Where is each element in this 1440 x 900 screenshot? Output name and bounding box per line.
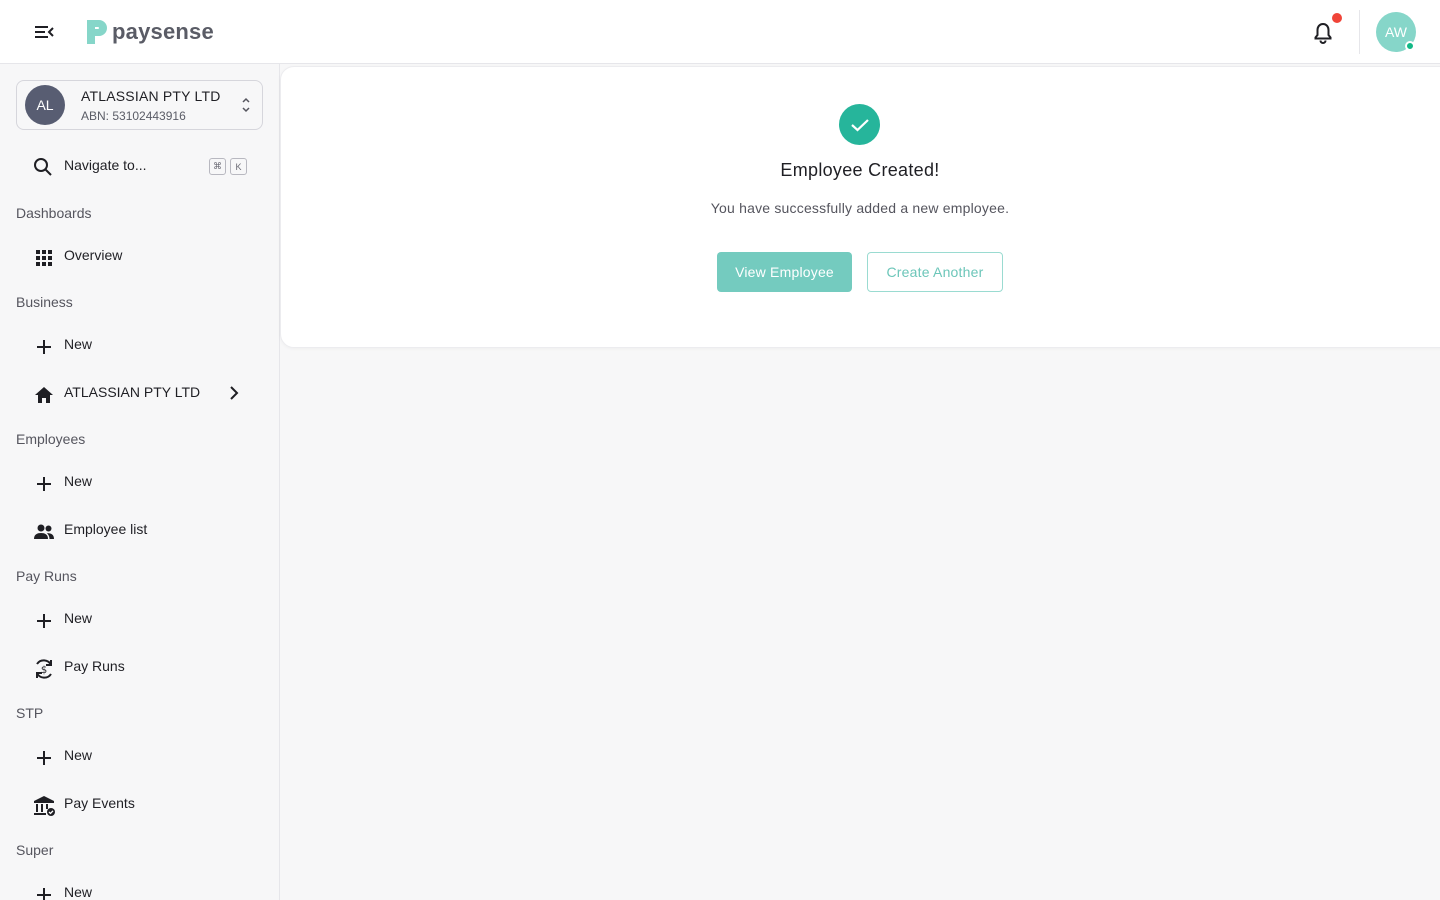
sidebar-item-employees-new[interactable]: New	[16, 462, 263, 502]
sidebar-item-business-new[interactable]: New	[16, 325, 263, 365]
sidebar-item-overview[interactable]: Overview	[16, 236, 263, 276]
paysense-logo-mark-icon	[87, 20, 107, 44]
plus-icon	[32, 472, 56, 496]
paysense-logo[interactable]: paysense	[84, 16, 214, 48]
online-status-dot	[1405, 41, 1415, 51]
section-super: Super	[16, 842, 54, 858]
grid-icon	[32, 246, 56, 270]
org-abn: ABN: 53102443916	[81, 109, 186, 123]
sidebar-item-label: Pay Events	[64, 795, 135, 811]
navigate-search-label: Navigate to...	[64, 157, 147, 173]
notification-dot	[1332, 13, 1342, 23]
plus-icon	[32, 609, 56, 633]
view-employee-button[interactable]: View Employee	[717, 252, 852, 292]
chevron-right-icon	[230, 386, 239, 400]
success-check-icon	[839, 104, 880, 145]
plus-icon	[32, 335, 56, 359]
sidebar-item-pay-events[interactable]: Pay Events	[16, 784, 263, 824]
chevron-up-down-icon	[242, 97, 250, 113]
sidebar-item-pay-runs[interactable]: $ Pay Runs	[16, 647, 263, 687]
sidebar-item-label: ATLASSIAN PTY LTD	[64, 384, 201, 400]
sidebar: AL ATLASSIAN PTY LTD ABN: 53102443916 Na…	[0, 64, 280, 900]
plus-icon	[32, 883, 56, 900]
top-bar: paysense AW	[0, 0, 1440, 64]
sidebar-item-label: New	[64, 884, 93, 900]
section-stp: STP	[16, 705, 44, 721]
section-dashboards: Dashboards	[16, 205, 92, 221]
sidebar-item-label: Overview	[64, 247, 123, 263]
svg-text:$: $	[41, 665, 47, 676]
sidebar-item-payruns-new[interactable]: New	[16, 599, 263, 639]
navigate-search[interactable]: Navigate to... ⌘ K	[16, 150, 263, 182]
bank-check-icon	[32, 794, 56, 818]
sidebar-item-label: Pay Runs	[64, 658, 125, 674]
k-key: K	[230, 158, 247, 175]
search-icon	[34, 158, 52, 176]
page-title: Employee Created!	[780, 160, 940, 180]
currency-exchange-icon: $	[32, 657, 56, 681]
section-pay-runs: Pay Runs	[16, 568, 77, 584]
org-name: ATLASSIAN PTY LTD	[81, 88, 221, 104]
people-icon	[32, 520, 56, 544]
sidebar-item-label: New	[64, 473, 93, 489]
sidebar-item-super-new[interactable]: New	[16, 873, 263, 900]
sidebar-item-label: Employee list	[64, 521, 148, 537]
sidebar-item-label: New	[64, 610, 93, 626]
divider	[1359, 10, 1360, 54]
success-message: You have successfully added a new employ…	[710, 200, 1010, 216]
org-avatar: AL	[25, 85, 65, 125]
sidebar-item-stp-new[interactable]: New	[16, 736, 263, 776]
organization-switcher[interactable]: AL ATLASSIAN PTY LTD ABN: 53102443916	[16, 80, 263, 130]
sidebar-item-label: New	[64, 747, 93, 763]
logo-text: paysense	[112, 19, 214, 44]
plus-icon	[32, 746, 56, 770]
home-icon	[32, 383, 56, 407]
sidebar-item-label: New	[64, 336, 93, 352]
sidebar-item-employee-list[interactable]: Employee list	[16, 510, 263, 550]
notifications-bell-icon[interactable]	[1308, 18, 1338, 48]
section-business: Business	[16, 294, 73, 310]
menu-collapse-icon[interactable]	[28, 16, 60, 48]
section-employees: Employees	[16, 431, 86, 447]
create-another-button[interactable]: Create Another	[867, 252, 1003, 292]
sidebar-item-business-atlassian[interactable]: ATLASSIAN PTY LTD	[16, 373, 263, 413]
command-key: ⌘	[209, 158, 226, 175]
